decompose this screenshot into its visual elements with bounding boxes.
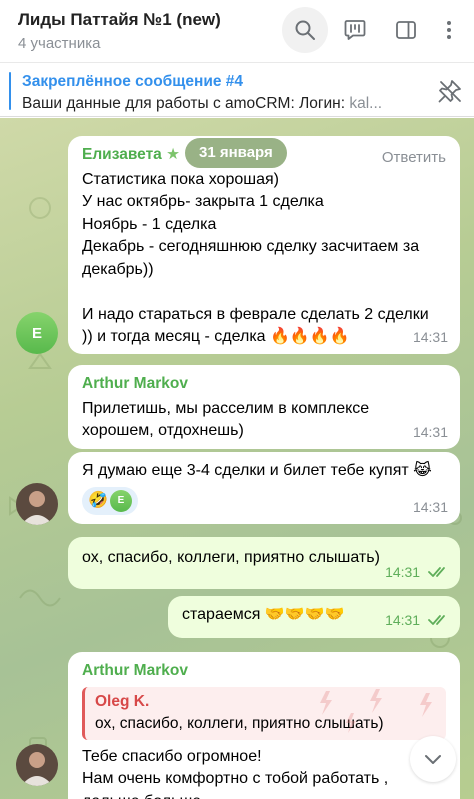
- poll-icon: [344, 20, 366, 40]
- double-check-icon: [428, 614, 445, 625]
- pinned-indicator: [9, 72, 11, 110]
- message-bubble[interactable]: Я думаю еще 3-4 сделки и билет тебе купя…: [68, 452, 460, 524]
- chevron-down-icon: [425, 755, 441, 764]
- message-line: Статистика пока хорошая): [82, 170, 279, 188]
- message-status: 14:31: [385, 609, 450, 632]
- reaction-chip[interactable]: 🤣 E: [82, 486, 138, 515]
- member-count[interactable]: 4 участника: [18, 35, 100, 52]
- reply-quote[interactable]: Oleg K. ох, спасибо, коллеги, приятно сл…: [82, 686, 446, 740]
- lightning-pattern-icon: [320, 688, 432, 733]
- message-bubble[interactable]: Arthur Markov Oleg K. ох, спасибо, колле…: [68, 652, 460, 799]
- chat-header: Лиды Паттайя №1 (new) 4 участника: [0, 0, 474, 62]
- more-vertical-icon: [447, 21, 451, 39]
- sidebar-icon: [396, 21, 416, 39]
- message-bubble-outgoing[interactable]: ох, спасибо, коллеги, приятно слышать) 1…: [68, 537, 460, 589]
- message-line: декабрь)): [82, 260, 154, 278]
- unpin-icon[interactable]: [436, 77, 464, 105]
- pinned-message-bar[interactable]: Закреплённое сообщение #4 Ваши данные дл…: [0, 62, 474, 117]
- reactions[interactable]: 🤣 E: [82, 486, 446, 515]
- message-status: 14:31: [385, 561, 450, 584]
- poll-button[interactable]: [332, 7, 378, 53]
- reaction-emoji: 🤣: [88, 491, 108, 509]
- message-line: Прилетишь, мы расселим в комплексе: [82, 399, 370, 417]
- search-button[interactable]: [282, 7, 328, 53]
- sidebar-toggle-button[interactable]: [383, 7, 429, 53]
- more-button[interactable]: [426, 7, 472, 53]
- scroll-to-bottom-button[interactable]: [410, 736, 456, 782]
- avatar[interactable]: [16, 483, 58, 525]
- message-text: Я думаю еще 3-4 сделки и билет тебе купя…: [82, 462, 432, 479]
- sender-name[interactable]: Arthur Markov: [82, 373, 446, 396]
- message-time: 14:31: [385, 611, 421, 628]
- message-time: 14:31: [412, 328, 448, 345]
- chat-title[interactable]: Лиды Паттайя №1 (new): [18, 10, 221, 30]
- message-line: Ноябрь - 1 сделка: [82, 215, 217, 233]
- message-line: дальше больше: [82, 791, 446, 799]
- message-line: У нас октябрь- закрыта 1 сделка: [82, 193, 324, 210]
- double-check-icon: [428, 566, 445, 577]
- profile-photo: [16, 483, 58, 525]
- message-time: 14:31: [412, 423, 448, 440]
- profile-photo: [16, 744, 58, 786]
- search-icon: [295, 20, 315, 40]
- reaction-avatar: E: [109, 489, 132, 512]
- message-bubble-outgoing[interactable]: стараемся 🤝🤝🤝🤝 14:31: [168, 596, 460, 638]
- message-line: Нам очень комфортно с тобой работать ,: [82, 770, 389, 787]
- pinned-title: Закреплённое сообщение #4: [22, 73, 244, 90]
- message-bubble[interactable]: Елизавета ★ Ответить Статистика пока хор…: [68, 136, 460, 354]
- star-icon: ★: [166, 146, 181, 163]
- avatar-letter: E: [31, 324, 42, 342]
- avatar[interactable]: E: [16, 312, 58, 354]
- reply-link[interactable]: Ответить: [382, 147, 446, 170]
- message-line: )) и тогда месяц - сделка 🔥🔥🔥🔥: [82, 328, 350, 345]
- pinned-text: Ваши данные для работы с amoCRM: Логин: …: [22, 95, 383, 112]
- avatar[interactable]: [16, 744, 58, 786]
- message-time: 14:31: [385, 563, 421, 580]
- message-line: Тебе спасибо огромное!: [82, 747, 262, 765]
- message-line: хорошем, отдохнешь): [82, 422, 244, 439]
- message-line: Декабрь - сегодняшнюю сделку засчитаем з…: [82, 238, 420, 255]
- date-separator: 31 января: [185, 138, 287, 168]
- message-bubble[interactable]: Arthur Markov Прилетишь, мы расселим в к…: [68, 365, 460, 449]
- message-line: И надо стараться в феврале сделать 2 сде…: [82, 305, 429, 323]
- message-line: [82, 281, 446, 304]
- chat-area[interactable]: Елизавета ★ Ответить Статистика пока хор…: [0, 118, 474, 799]
- sender-name[interactable]: Arthur Markov: [82, 660, 446, 683]
- message-time: 14:31: [412, 498, 448, 515]
